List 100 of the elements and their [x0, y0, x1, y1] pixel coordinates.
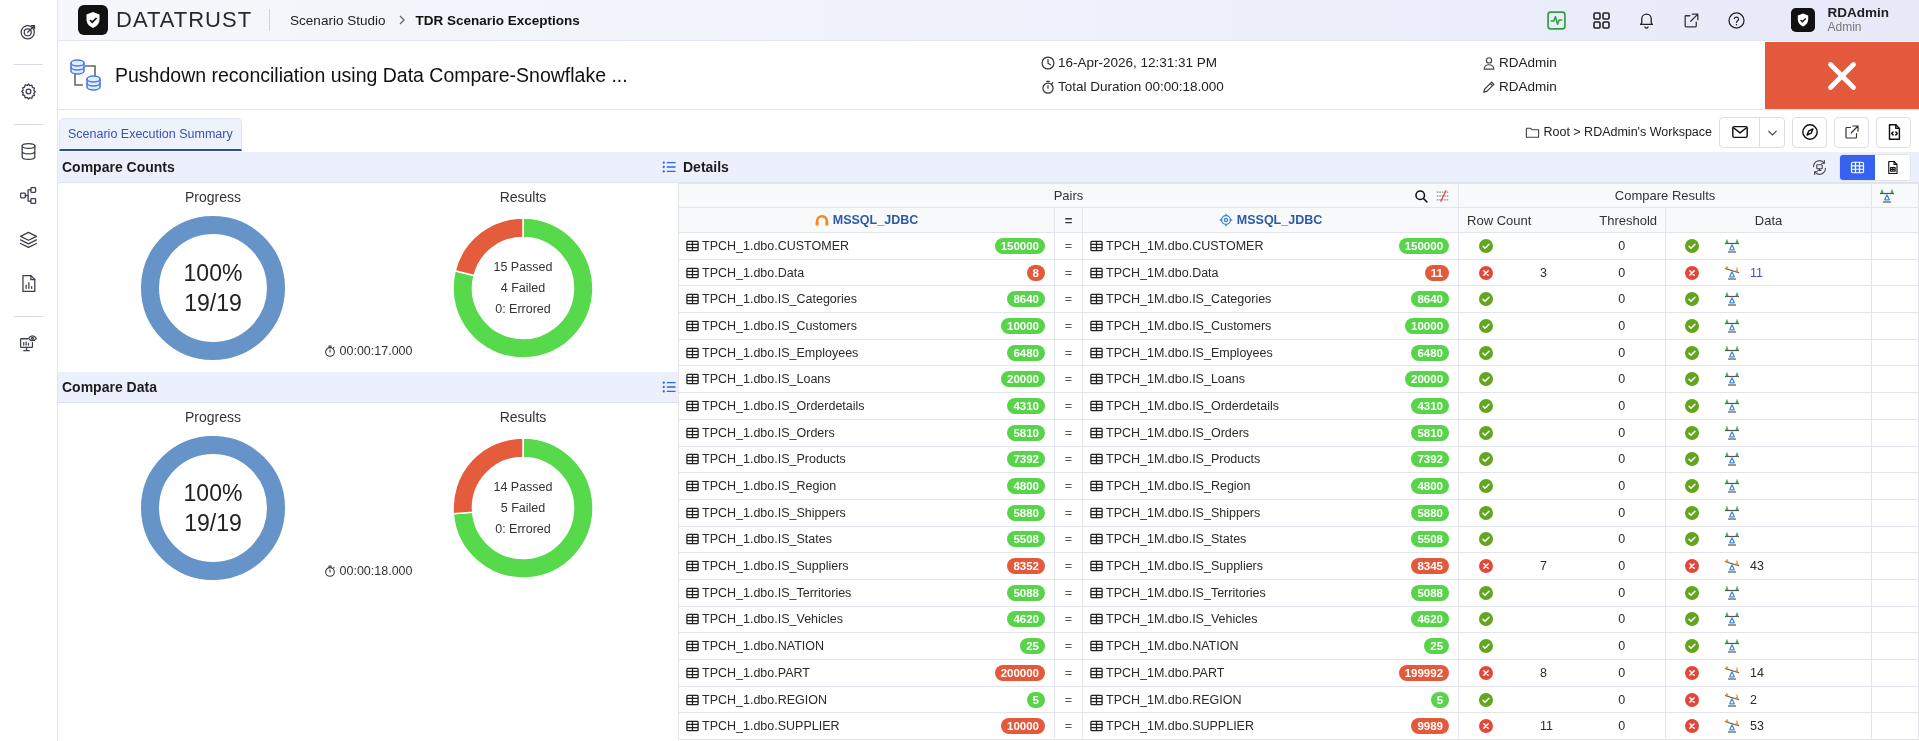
- operator-cell: =: [1054, 686, 1083, 713]
- tab[interactable]: Scenario Execution Summary: [59, 118, 242, 151]
- table-icon: [1090, 399, 1103, 412]
- table-name[interactable]: TPCH_1M.dbo.IS_Loans: [1106, 372, 1406, 387]
- list-icon[interactable]: [662, 160, 676, 174]
- table-name[interactable]: TPCH_1M.dbo.REGION: [1106, 692, 1431, 707]
- table-name[interactable]: TPCH_1.dbo.IS_Orderdetails: [702, 398, 1008, 413]
- tilted-scale-icon[interactable]: [1724, 559, 1741, 574]
- table-name[interactable]: TPCH_1M.dbo.Data: [1106, 265, 1425, 280]
- balanced-scale-icon[interactable]: [1724, 372, 1741, 387]
- balanced-scale-icon[interactable]: [1724, 532, 1741, 547]
- target-icon[interactable]: [19, 22, 38, 41]
- table-name[interactable]: TPCH_1M.dbo.IS_Orderdetails: [1106, 398, 1412, 413]
- table-name[interactable]: TPCH_1M.dbo.IS_Region: [1106, 479, 1412, 494]
- table-name[interactable]: TPCH_1M.dbo.IS_Categories: [1106, 292, 1412, 307]
- table-name[interactable]: TPCH_1.dbo.Data: [702, 265, 1027, 280]
- code-file-button[interactable]: [1876, 116, 1911, 148]
- balanced-scale-icon[interactable]: [1724, 585, 1741, 600]
- column-header[interactable]: MSSQL_JDBC: [832, 213, 919, 227]
- activity-icon[interactable]: [1546, 10, 1566, 30]
- balanced-scale-icon[interactable]: [1724, 318, 1741, 333]
- tilted-scale-icon[interactable]: [1724, 265, 1741, 280]
- search-icon[interactable]: [1414, 188, 1429, 203]
- balanced-scale-icon[interactable]: [1724, 505, 1741, 520]
- table-name[interactable]: TPCH_1.dbo.IS_Categories: [702, 292, 1008, 307]
- tilted-scale-icon[interactable]: [1724, 719, 1741, 734]
- table-name[interactable]: TPCH_1M.dbo.IS_Orders: [1106, 425, 1412, 440]
- table-name[interactable]: TPCH_1.dbo.IS_States: [702, 532, 1008, 547]
- table-view-button[interactable]: [1840, 154, 1875, 180]
- table-name[interactable]: TPCH_1.dbo.NATION: [702, 639, 1021, 654]
- table-name[interactable]: TPCH_1M.dbo.IS_Customers: [1106, 318, 1406, 333]
- balanced-scale-icon[interactable]: [1724, 238, 1741, 253]
- settings-icon[interactable]: [19, 82, 38, 101]
- table-name[interactable]: TPCH_1.dbo.CUSTOMER: [702, 238, 995, 253]
- help-icon[interactable]: [1726, 10, 1746, 30]
- difference-link[interactable]: 11: [1750, 265, 1763, 280]
- scale-icon[interactable]: [1879, 189, 1896, 204]
- table-icon: [686, 560, 699, 573]
- table-name[interactable]: TPCH_1M.dbo.SUPPLIER: [1106, 719, 1412, 734]
- operator-cell: =: [1054, 312, 1083, 340]
- hierarchy-icon[interactable]: [19, 186, 38, 205]
- column-header[interactable]: MSSQL_JDBC: [1236, 213, 1323, 227]
- table-name[interactable]: TPCH_1M.dbo.IS_Products: [1106, 452, 1412, 467]
- balanced-scale-icon[interactable]: [1724, 639, 1741, 654]
- table-name[interactable]: TPCH_1M.dbo.IS_States: [1106, 532, 1412, 547]
- table-name[interactable]: TPCH_1.dbo.REGION: [702, 692, 1027, 707]
- table-name[interactable]: TPCH_1M.dbo.IS_Territories: [1106, 585, 1412, 600]
- count-badge: 199992: [1398, 664, 1450, 681]
- table-name[interactable]: TPCH_1.dbo.IS_Products: [702, 452, 1008, 467]
- balanced-scale-icon[interactable]: [1724, 452, 1741, 467]
- sync-icon[interactable]: [1811, 158, 1828, 176]
- table-name[interactable]: TPCH_1.dbo.IS_Region: [702, 479, 1008, 494]
- table-name[interactable]: TPCH_1.dbo.SUPPLIER: [702, 719, 1001, 734]
- balanced-scale-icon[interactable]: [1724, 398, 1741, 413]
- workspace-path[interactable]: Root > RDAdmin's Workspace: [1543, 125, 1712, 139]
- table-name[interactable]: TPCH_1.dbo.IS_Suppliers: [702, 559, 1008, 574]
- balanced-scale-icon[interactable]: [1724, 292, 1741, 307]
- stopwatch-icon: [1041, 80, 1055, 94]
- table-name[interactable]: TPCH_1.dbo.IS_Customers: [702, 318, 1001, 333]
- table-icon: [1090, 720, 1103, 733]
- list-icon[interactable]: [662, 380, 676, 394]
- open-external-button[interactable]: [1834, 116, 1869, 148]
- difference-value: 43: [1750, 559, 1764, 574]
- shield-avatar-icon[interactable]: [1790, 8, 1815, 32]
- breadcrumb-link[interactable]: Scenario Studio: [290, 12, 386, 28]
- table-name[interactable]: TPCH_1.dbo.IS_Territories: [702, 585, 1008, 600]
- stopwatch-icon: [323, 345, 336, 357]
- stopwatch-icon: [323, 565, 336, 577]
- balanced-scale-icon[interactable]: [1724, 479, 1741, 494]
- table-name[interactable]: TPCH_1.dbo.PART: [702, 665, 995, 680]
- table-name[interactable]: TPCH_1.dbo.IS_Loans: [702, 372, 1001, 387]
- table-name[interactable]: TPCH_1.dbo.IS_Orders: [702, 425, 1008, 440]
- table-name[interactable]: TPCH_1M.dbo.IS_Employees: [1106, 345, 1412, 360]
- monitor-eye-icon[interactable]: [19, 334, 38, 353]
- balanced-scale-icon[interactable]: [1724, 345, 1741, 360]
- layers-icon[interactable]: [19, 230, 38, 249]
- apps-grid-icon[interactable]: [1591, 10, 1611, 30]
- table-name[interactable]: TPCH_1M.dbo.NATION: [1106, 639, 1425, 654]
- table-name[interactable]: TPCH_1.dbo.IS_Shippers: [702, 505, 1008, 520]
- count-badge: 150000: [994, 237, 1045, 254]
- table-name[interactable]: TPCH_1M.dbo.IS_Suppliers: [1106, 559, 1412, 574]
- compass-button[interactable]: [1792, 116, 1827, 148]
- breadcrumb-link[interactable]: TDR Scenario Exceptions: [415, 12, 580, 28]
- database-icon[interactable]: [19, 142, 38, 161]
- table-name[interactable]: TPCH_1.dbo.IS_Vehicles: [702, 612, 1008, 627]
- file-table-icon: [1885, 159, 1900, 175]
- table-name[interactable]: TPCH_1M.dbo.CUSTOMER: [1106, 238, 1399, 253]
- table-name[interactable]: TPCH_1M.dbo.PART: [1106, 665, 1399, 680]
- table-name[interactable]: TPCH_1M.dbo.IS_Shippers: [1106, 505, 1412, 520]
- table-name[interactable]: TPCH_1M.dbo.IS_Vehicles: [1106, 612, 1412, 627]
- table-icon: [686, 480, 699, 493]
- filter-off-icon[interactable]: [1436, 188, 1451, 203]
- table-name[interactable]: TPCH_1.dbo.IS_Employees: [702, 345, 1008, 360]
- column-header[interactable]: Data: [1754, 212, 1783, 228]
- balanced-scale-icon[interactable]: [1724, 612, 1741, 627]
- tilted-scale-icon[interactable]: [1724, 692, 1741, 707]
- count-badge: 5810: [1007, 424, 1045, 441]
- chart-document-icon[interactable]: [19, 274, 38, 293]
- tilted-scale-icon[interactable]: [1724, 665, 1741, 680]
- balanced-scale-icon[interactable]: [1724, 425, 1741, 440]
